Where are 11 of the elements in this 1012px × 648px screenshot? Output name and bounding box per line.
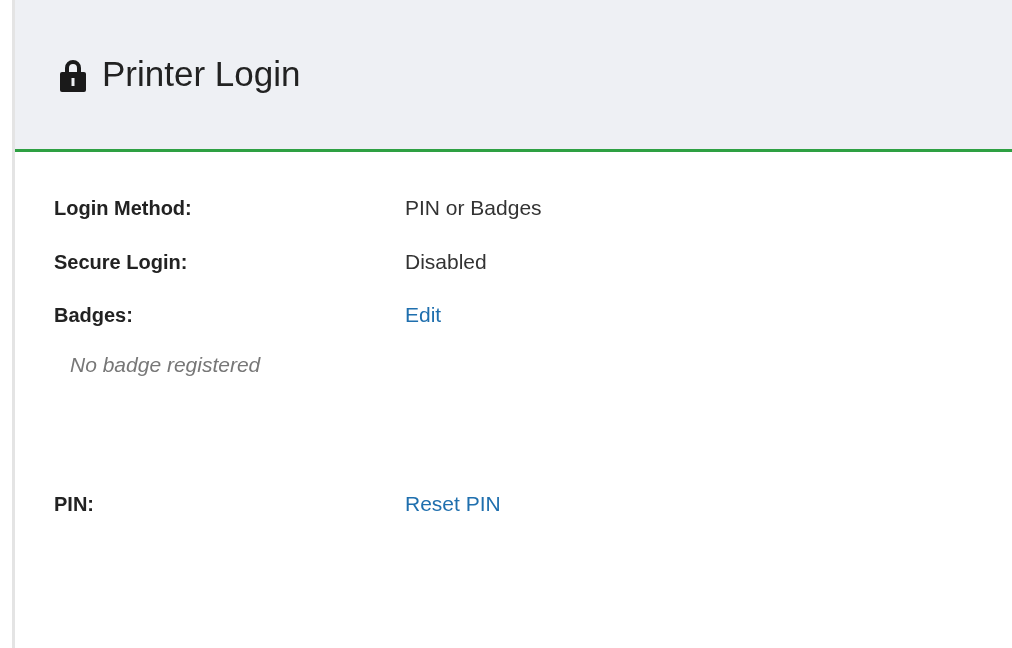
field-value: PIN or Badges <box>405 195 542 221</box>
lock-icon <box>58 57 88 92</box>
field-value: Disabled <box>405 248 487 275</box>
field-label: PIN: <box>54 492 95 517</box>
field-label: Secure Login: <box>54 249 189 275</box>
field-link[interactable]: Reset PIN <box>405 488 501 520</box>
field-label: Login Method: <box>54 196 193 221</box>
field-label: Badges: <box>54 303 134 328</box>
page-title: Printer Login <box>102 53 301 96</box>
field-link[interactable]: Edit <box>405 299 442 331</box>
empty-note: No badge registered <box>69 351 262 378</box>
